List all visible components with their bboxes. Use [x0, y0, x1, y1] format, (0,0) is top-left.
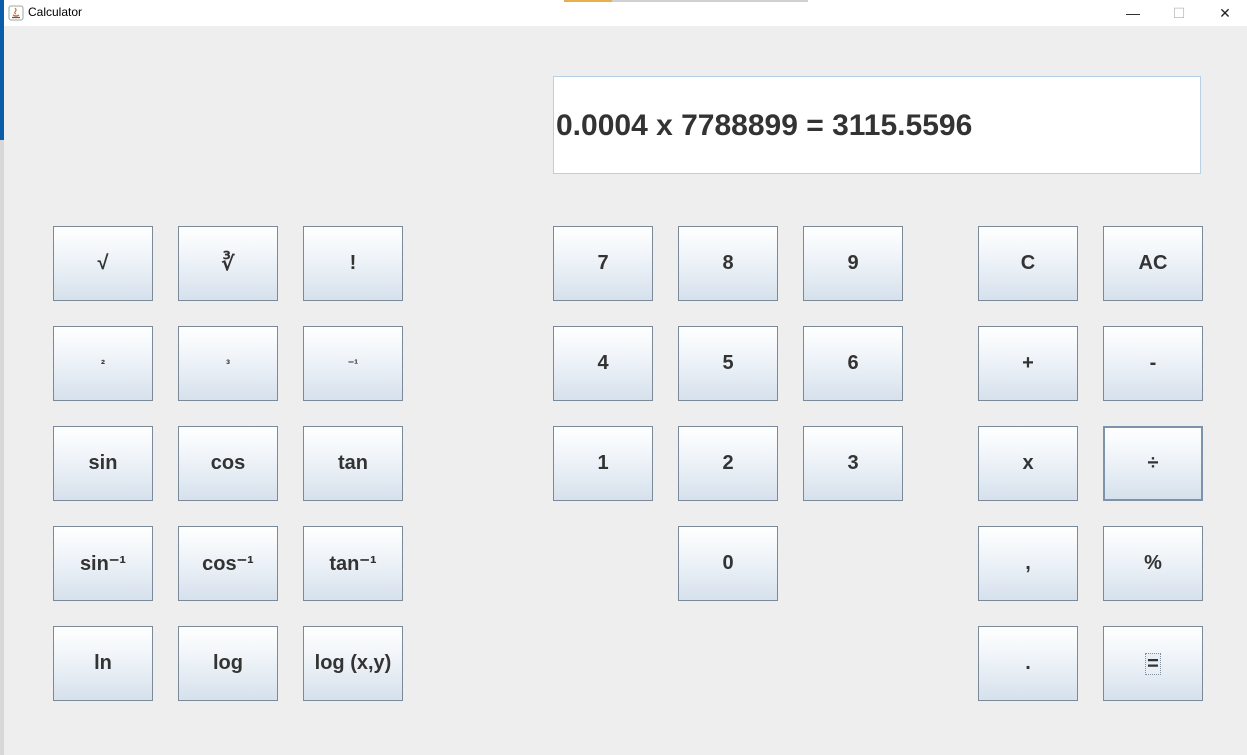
digit-5-button[interactable]: 5	[678, 326, 778, 401]
sqrt-button[interactable]: √	[53, 226, 153, 301]
maximize-button[interactable]: ☐	[1156, 0, 1202, 26]
plus-button[interactable]: +	[978, 326, 1078, 401]
sin-button[interactable]: sin	[53, 426, 153, 501]
digit-7-button[interactable]: 7	[553, 226, 653, 301]
divide-button[interactable]: ÷	[1103, 426, 1203, 501]
inverse-button[interactable]: ⁻¹	[303, 326, 403, 401]
multiply-button[interactable]: x	[978, 426, 1078, 501]
calculator-display: 0.0004 x 7788899 = 3115.5596	[553, 76, 1201, 174]
acos-button[interactable]: cos⁻¹	[178, 526, 278, 601]
title-bar: Calculator — ☐ ✕	[4, 0, 1247, 26]
equals-button[interactable]: =	[1103, 626, 1203, 701]
minimize-icon: —	[1126, 5, 1140, 21]
window-title: Calculator	[28, 5, 83, 19]
all-clear-button[interactable]: AC	[1103, 226, 1203, 301]
digit-2-button[interactable]: 2	[678, 426, 778, 501]
close-icon: ✕	[1219, 4, 1231, 21]
minus-button[interactable]: -	[1103, 326, 1203, 401]
cube-button[interactable]: ³	[178, 326, 278, 401]
background-window-edge	[0, 0, 4, 755]
digit-6-button[interactable]: 6	[803, 326, 903, 401]
asin-button[interactable]: sin⁻¹	[53, 526, 153, 601]
digit-0-button[interactable]: 0	[678, 526, 778, 601]
log-xy-button[interactable]: log (x,y)	[303, 626, 403, 701]
tan-button[interactable]: tan	[303, 426, 403, 501]
log-button[interactable]: log	[178, 626, 278, 701]
factorial-button[interactable]: !	[303, 226, 403, 301]
cos-button[interactable]: cos	[178, 426, 278, 501]
percent-button[interactable]: %	[1103, 526, 1203, 601]
digit-1-button[interactable]: 1	[553, 426, 653, 501]
display-text: 0.0004 x 7788899 = 3115.5596	[556, 109, 973, 142]
equals-label: =	[1145, 652, 1161, 675]
clear-button[interactable]: C	[978, 226, 1078, 301]
title-bar-accent-gray	[612, 0, 808, 2]
decimal-button[interactable]: .	[978, 626, 1078, 701]
maximize-icon: ☐	[1172, 4, 1186, 21]
comma-button[interactable]: ,	[978, 526, 1078, 601]
digit-9-button[interactable]: 9	[803, 226, 903, 301]
ln-button[interactable]: ln	[53, 626, 153, 701]
minimize-button[interactable]: —	[1110, 0, 1156, 26]
cube-root-button[interactable]: ∛	[178, 226, 278, 301]
java-app-icon	[8, 5, 24, 21]
square-button[interactable]: ²	[53, 326, 153, 401]
digit-8-button[interactable]: 8	[678, 226, 778, 301]
digit-4-button[interactable]: 4	[553, 326, 653, 401]
close-button[interactable]: ✕	[1202, 0, 1247, 26]
atan-button[interactable]: tan⁻¹	[303, 526, 403, 601]
title-bar-accent	[564, 0, 612, 2]
digit-3-button[interactable]: 3	[803, 426, 903, 501]
